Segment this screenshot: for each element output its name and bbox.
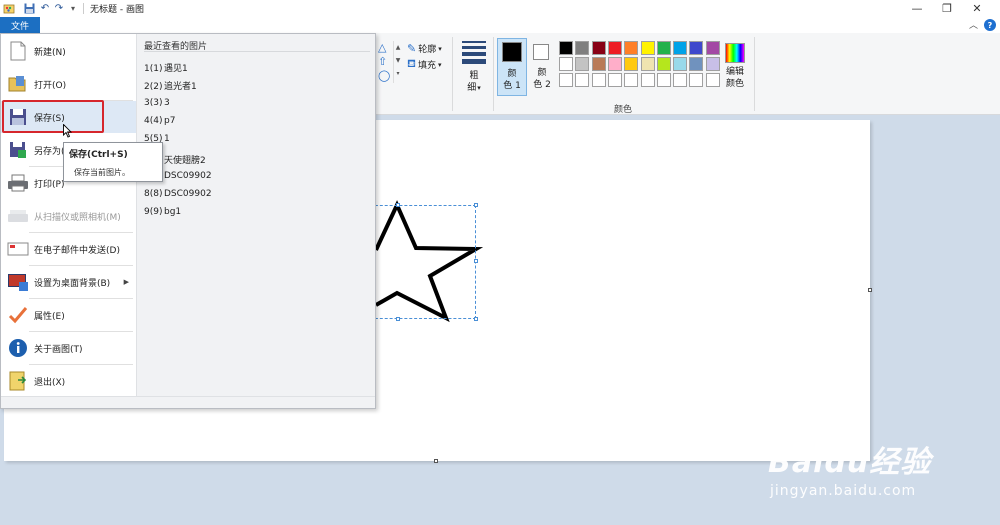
menu-item-label: 关于画图(T)	[34, 344, 83, 355]
baidu-watermark: Baidu经验 jingyan.baidu.com	[768, 437, 998, 517]
selection-handle[interactable]	[396, 317, 400, 321]
watermark-logo-text: Baidu经验	[768, 445, 932, 480]
selection-handle[interactable]	[474, 317, 478, 321]
recent-item-name: p7	[164, 115, 176, 126]
recent-item-number: 1(1)	[144, 64, 163, 74]
menu-item-label: 从扫描仪或照相机(M)	[34, 212, 121, 223]
menu-item-properties-check[interactable]: 属性(E)	[1, 299, 136, 331]
menu-item-label: 设置为桌面背景(B)	[34, 278, 111, 289]
recent-pictures-panel: 最近查看的图片 1(1)遇见12(2)追光者13(3)34(4)p75(5)16…	[136, 34, 375, 396]
save-tooltip: 保存(Ctrl+S) 保存当前图片。	[63, 142, 163, 182]
selection-handle[interactable]	[396, 203, 400, 207]
exit-icon	[7, 370, 29, 392]
menu-item-desktop-background[interactable]: 设置为桌面背景(B) ▶	[1, 266, 136, 298]
recent-item-name: DSC09902	[164, 170, 212, 181]
selection-handle[interactable]	[474, 259, 478, 263]
menu-item-email[interactable]: 在电子邮件中发送(D)	[1, 233, 136, 265]
submenu-arrow-icon: ▶	[123, 278, 129, 286]
recent-item-number: 2(2)	[144, 82, 163, 93]
recent-item-name: 追光者1	[164, 82, 197, 93]
desktop-background-icon	[7, 271, 29, 293]
file-menu-commands: 新建(N) 打开(O) 保存(S) 另存为(A) 打印(P) 从扫描仪或照相机(M) 在电子…	[1, 34, 136, 396]
menu-item-scanner: 从扫描仪或照相机(M)	[1, 200, 136, 232]
menu-item-label: 在电子邮件中发送(D)	[34, 245, 120, 256]
menu-item-info[interactable]: 关于画图(T)	[1, 332, 136, 364]
menu-item-label: 属性(E)	[34, 311, 65, 322]
recent-item-name: 遇见1	[164, 64, 188, 74]
save-highlight-box	[2, 100, 104, 133]
menu-item-label: 退出(X)	[34, 377, 66, 388]
recent-picture-item[interactable]: 1(1) 遇见1	[144, 61, 188, 74]
menu-item-exit[interactable]: 退出(X)	[1, 365, 136, 397]
recent-item-name: 1	[164, 134, 170, 145]
recent-item-name: bg1	[164, 207, 182, 218]
menu-item-new-file[interactable]: 新建(N)	[1, 35, 136, 67]
properties-check-icon	[7, 304, 29, 326]
recent-item-number: 9(9)	[144, 207, 163, 218]
selection-rectangle[interactable]	[370, 203, 478, 321]
recent-picture-item[interactable]: 2(2) 追光者1	[144, 79, 197, 92]
open-folder-icon	[7, 73, 29, 95]
scanner-icon	[7, 205, 29, 227]
menu-item-label: 新建(N)	[34, 47, 66, 58]
tooltip-description: 保存当前图片。	[74, 168, 130, 177]
file-menu: 新建(N) 打开(O) 保存(S) 另存为(A) 打印(P) 从扫描仪或照相机(M) 在电子…	[0, 33, 376, 409]
file-menu-footer	[1, 396, 375, 408]
recent-item-number: 3(3)	[144, 97, 163, 108]
selection-handle[interactable]	[474, 203, 478, 207]
recent-item-number: 4(4)	[144, 115, 163, 126]
recent-item-number: 8(8)	[144, 189, 163, 200]
save-as-icon	[7, 139, 29, 161]
print-icon	[7, 172, 29, 194]
tooltip-title: 保存(Ctrl+S)	[69, 150, 128, 160]
menu-item-open-folder[interactable]: 打开(O)	[1, 68, 136, 100]
watermark-url: jingyan.baidu.com	[770, 483, 917, 499]
recent-picture-item[interactable]: 4(4) p7	[144, 116, 175, 126]
recent-item-name: DSC09902	[164, 189, 212, 200]
recent-picture-item[interactable]: 3(3) 3	[144, 98, 170, 108]
recent-picture-item[interactable]: 8(8) DSC09902	[144, 189, 212, 199]
recent-picture-item[interactable]: 9(9) bg1	[144, 207, 181, 217]
menu-item-label: 打开(O)	[34, 80, 67, 91]
mouse-cursor-icon	[63, 124, 73, 138]
info-icon	[7, 337, 29, 359]
recent-item-name: 天使翅膀2	[164, 155, 206, 166]
recent-divider	[144, 51, 370, 52]
new-file-icon	[7, 40, 29, 62]
menu-item-label: 打印(P)	[34, 179, 65, 190]
email-icon	[7, 238, 29, 260]
recent-item-name: 3	[164, 97, 170, 108]
